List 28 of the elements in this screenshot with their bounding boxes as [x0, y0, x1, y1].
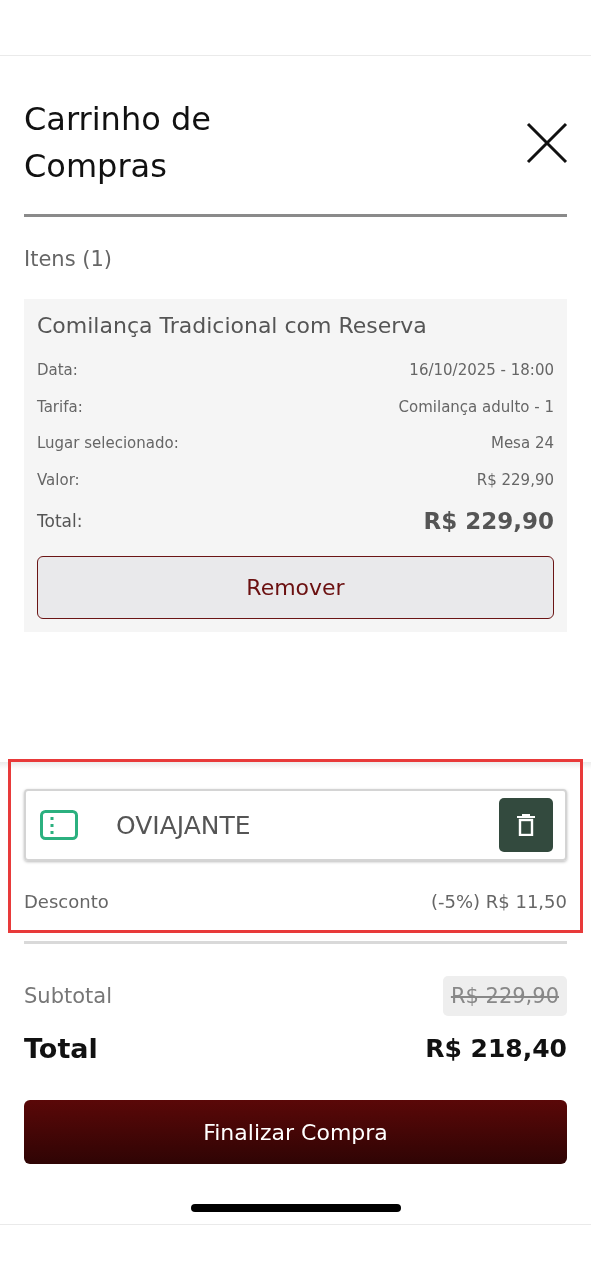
coupon-field[interactable]: OVIAJANTE [24, 789, 567, 861]
trash-icon [517, 814, 535, 836]
remove-button[interactable]: Remover [37, 556, 554, 619]
subtotal-value: R$ 229,90 [442, 976, 567, 1016]
close-icon [525, 121, 569, 165]
coupon-code: OVIAJANTE [116, 810, 252, 840]
total-label: Total [24, 1032, 98, 1064]
ticket-icon [40, 810, 78, 840]
total-value: R$ 218,40 [425, 1033, 567, 1063]
items-heading: Itens (1) [24, 247, 114, 271]
discount-value: (-5%) R$ 11,50 [430, 890, 567, 912]
close-button[interactable] [525, 121, 569, 165]
detail-value: Comilança adulto - 1 [398, 397, 554, 416]
detail-label: Valor: [37, 470, 80, 489]
checkout-button[interactable]: Finalizar Compra [24, 1100, 567, 1164]
detail-label: Tarifa: [37, 397, 83, 416]
detail-label: Lugar selecionado: [37, 434, 179, 453]
item-total-value: R$ 229,90 [423, 508, 554, 534]
item-title: Comilança Tradicional com Reserva [37, 313, 428, 338]
detail-value: 16/10/2025 - 18:00 [409, 361, 554, 380]
detail-value: R$ 229,90 [476, 470, 554, 489]
subtotal-label: Subtotal [24, 984, 112, 1008]
item-total-label: Total: [37, 511, 83, 531]
detail-value: Mesa 24 [490, 434, 554, 453]
delete-coupon-button[interactable] [499, 798, 553, 852]
detail-label: Data: [37, 361, 78, 380]
cart-title: Carrinho de Compras [24, 99, 212, 187]
discount-label: Desconto [24, 890, 109, 912]
